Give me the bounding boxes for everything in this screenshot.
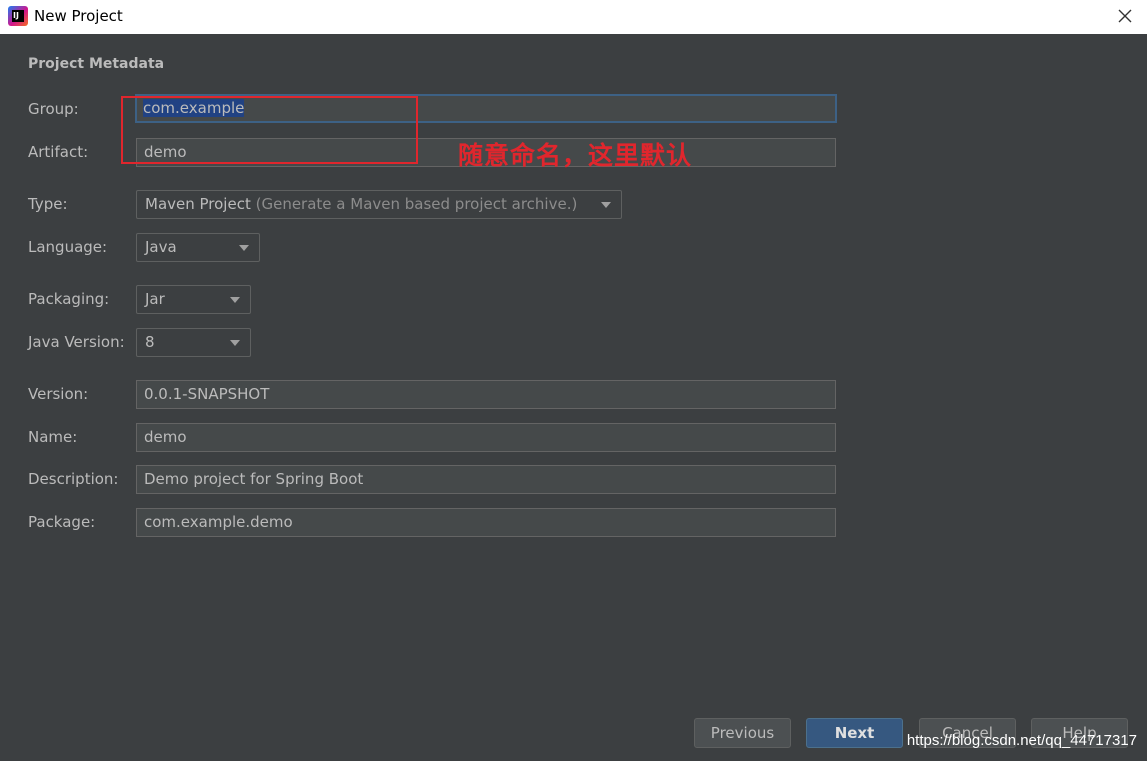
annotation-text: 随意命名，这里默认	[458, 141, 693, 170]
java-version-value: 8	[145, 333, 155, 351]
java-version-label: Java Version:	[28, 333, 125, 351]
name-label: Name:	[28, 428, 78, 446]
description-label: Description:	[28, 470, 119, 488]
intellij-app-icon: IJ	[8, 6, 28, 26]
type-select[interactable]: Maven Project (Generate a Maven based pr…	[136, 190, 622, 219]
java-version-select[interactable]: 8	[136, 328, 251, 357]
chevron-down-icon	[230, 340, 240, 346]
artifact-label: Artifact:	[28, 143, 89, 161]
name-input[interactable]: demo	[136, 423, 836, 452]
annotation-box	[121, 96, 418, 164]
packaging-value: Jar	[145, 290, 165, 308]
packaging-select[interactable]: Jar	[136, 285, 251, 314]
next-button[interactable]: Next	[806, 718, 903, 748]
chevron-down-icon	[239, 245, 249, 251]
close-icon[interactable]	[1115, 6, 1135, 26]
type-hint: (Generate a Maven based project archive.…	[250, 195, 578, 213]
version-label: Version:	[28, 385, 89, 403]
type-value: Maven Project	[145, 195, 251, 213]
language-select[interactable]: Java	[136, 233, 260, 262]
packaging-label: Packaging:	[28, 290, 110, 308]
package-input[interactable]: com.example.demo	[136, 508, 836, 537]
language-value: Java	[145, 238, 177, 256]
watermark-url: https://blog.csdn.net/qq_44717317	[906, 732, 1137, 749]
section-title: Project Metadata	[28, 56, 165, 72]
description-input[interactable]: Demo project for Spring Boot	[136, 465, 836, 494]
type-label: Type:	[28, 195, 68, 213]
chevron-down-icon	[230, 297, 240, 303]
window-title: New Project	[34, 7, 123, 25]
title-bar: IJ New Project	[0, 0, 1147, 34]
language-label: Language:	[28, 238, 108, 256]
version-input[interactable]: 0.0.1-SNAPSHOT	[136, 380, 836, 409]
group-label: Group:	[28, 100, 79, 118]
previous-button[interactable]: Previous	[694, 718, 791, 748]
chevron-down-icon	[601, 202, 611, 208]
package-label: Package:	[28, 513, 96, 531]
